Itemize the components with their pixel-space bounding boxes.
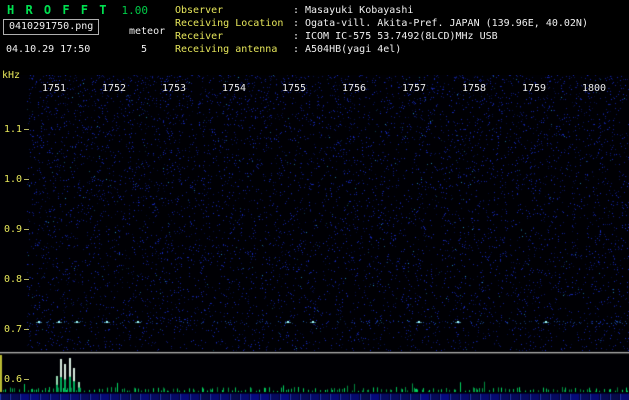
info-colon: : — [293, 4, 305, 17]
time-tick-label: 1754 — [222, 83, 246, 94]
time-tick-label: 1751 — [42, 83, 66, 94]
time-tick-label: 1759 — [522, 83, 546, 94]
freq-tick-label: 1.0 — [0, 174, 22, 185]
freq-tick-label: 0.6 — [0, 374, 22, 385]
freq-tick-mark — [24, 379, 29, 380]
title-row: H R O F F T 1.00 — [7, 3, 148, 17]
time-tick-label: 1800 — [582, 83, 606, 94]
time-tick-label: 1753 — [162, 83, 186, 94]
freq-tick-mark — [24, 329, 29, 330]
freq-tick-label: 1.1 — [0, 124, 22, 135]
info-label: Receiving antenna — [175, 43, 293, 56]
info-label: Observer — [175, 4, 293, 17]
info-value: Ogata-vill. Akita-Pref. JAPAN (139.96E, … — [305, 17, 588, 30]
freq-tick-mark — [24, 179, 29, 180]
freq-tick-label: 0.8 — [0, 274, 22, 285]
info-value: A504HB(yagi 4el) — [305, 43, 401, 56]
info-value: Masayuki Kobayashi — [305, 4, 413, 17]
station-info: Observer:Masayuki KobayashiReceiving Loc… — [175, 4, 588, 56]
info-row: Observer:Masayuki Kobayashi — [175, 4, 588, 17]
info-row: Receiver:ICOM IC-575 53.7492(8LCD)MHz US… — [175, 30, 588, 43]
info-row: Receiving antenna:A504HB(yagi 4el) — [175, 43, 588, 56]
app-title: H R O F F T — [7, 3, 108, 17]
freq-tick-mark — [24, 229, 29, 230]
count-label: 5 — [141, 44, 147, 55]
app-version: 1.00 — [121, 4, 148, 17]
hrofft-screen: H R O F F T 1.00 0410291750.png meteor 0… — [0, 0, 629, 400]
freq-tick-label: 0.7 — [0, 324, 22, 335]
mode-label: meteor — [129, 26, 165, 37]
info-row: Receiving Location:Ogata-vill. Akita-Pre… — [175, 17, 588, 30]
freq-tick-mark — [24, 129, 29, 130]
time-tick-label: 1752 — [102, 83, 126, 94]
time-tick-label: 1757 — [402, 83, 426, 94]
filename-text: 0410291750.png — [9, 21, 93, 32]
info-label: Receiving Location — [175, 17, 293, 30]
info-colon: : — [293, 43, 305, 56]
time-tick-label: 1756 — [342, 83, 366, 94]
info-value: ICOM IC-575 53.7492(8LCD)MHz USB — [305, 30, 498, 43]
datetime-label: 04.10.29 17:50 — [6, 44, 90, 55]
spectrogram-canvas — [0, 75, 629, 400]
info-colon: : — [293, 17, 305, 30]
time-tick-label: 1755 — [282, 83, 306, 94]
info-label: Receiver — [175, 30, 293, 43]
filename-box: 0410291750.png — [3, 19, 99, 35]
time-tick-label: 1758 — [462, 83, 486, 94]
freq-tick-label: 0.9 — [0, 224, 22, 235]
freq-tick-mark — [24, 279, 29, 280]
info-colon: : — [293, 30, 305, 43]
frequency-unit-label: kHz — [2, 70, 20, 81]
spectrogram-panel: kHz 175117521753175417551756175717581759… — [0, 75, 629, 400]
